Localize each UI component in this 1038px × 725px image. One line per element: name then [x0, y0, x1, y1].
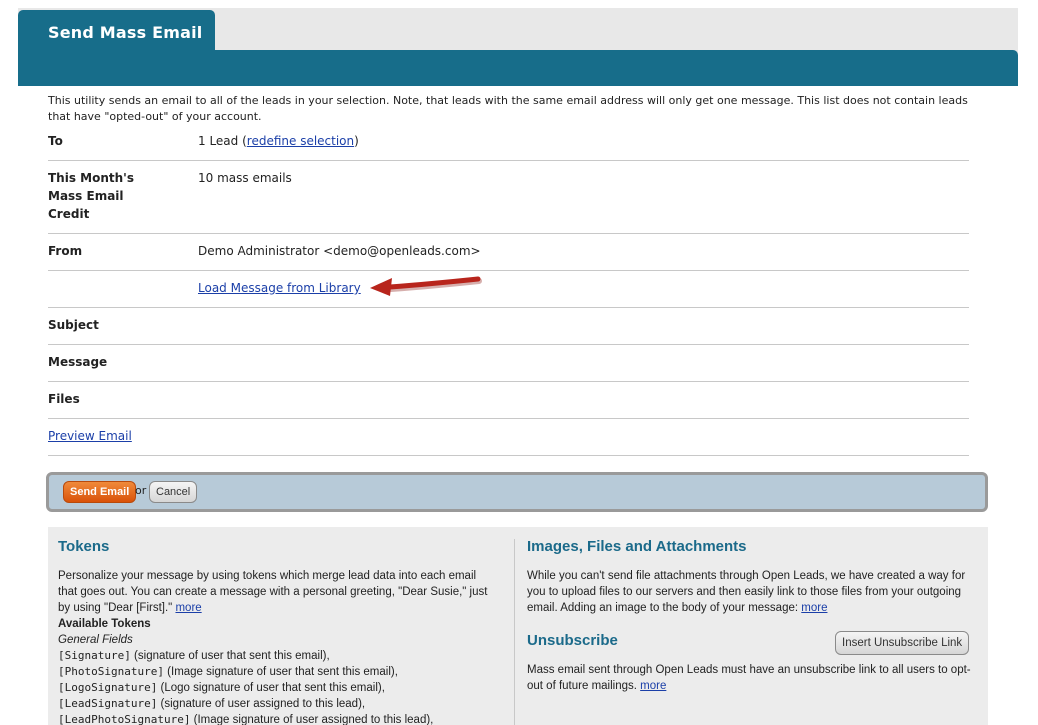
row-library: Load Message from Library [48, 271, 969, 308]
images-heading: Images, Files and Attachments [527, 538, 747, 555]
images-description: While you can't send file attachments th… [527, 570, 966, 614]
token-desc: (Image signature of user assigned to thi… [190, 714, 434, 725]
available-tokens-heading: Available Tokens [58, 618, 151, 630]
send-email-button[interactable]: Send Email [63, 481, 137, 503]
token-desc: (Logo signature of user that sent this e… [157, 682, 385, 694]
images-section: While you can't send file attachments th… [527, 568, 977, 616]
credit-value: 10 mass emails [198, 171, 292, 185]
to-label: To [48, 134, 63, 148]
from-value: Demo Administrator <demo@openleads.com> [198, 244, 481, 258]
token-desc: (signature of user assigned to this lead… [157, 698, 366, 710]
row-credit: This Month's Mass Email Credit 10 mass e… [48, 161, 969, 234]
token-code: [LeadPhotoSignature] [58, 713, 191, 725]
app-window: Send Mass Email This utility sends an em… [0, 0, 1038, 725]
main-content: This utility sends an email to all of th… [18, 86, 1018, 725]
unsubscribe-section: Mass email sent through Open Leads must … [527, 662, 977, 694]
to-count: 1 Lead ( [198, 134, 247, 148]
subject-label: Subject [48, 318, 99, 332]
row-subject: Subject [48, 308, 969, 345]
images-more-link[interactable]: more [801, 602, 827, 614]
token-code: [Signature] [58, 649, 131, 662]
row-files: Files [48, 382, 969, 419]
unsubscribe-heading: Unsubscribe [527, 632, 618, 649]
token-code: [LogoSignature] [58, 681, 158, 694]
tokens-section: Personalize your message by using tokens… [58, 568, 498, 725]
row-to: To 1 Lead (redefine selection) [48, 130, 969, 161]
unsubscribe-more-link[interactable]: more [640, 680, 666, 692]
or-text: or [135, 484, 147, 497]
token-code: [LeadSignature] [58, 697, 158, 710]
token-code: [PhotoSignature] [58, 665, 164, 678]
header-bar [18, 50, 1018, 86]
token-item: [LeadPhotoSignature] (Image signature of… [58, 712, 498, 725]
to-close: ) [354, 134, 359, 148]
load-message-library-link[interactable]: Load Message from Library [198, 279, 361, 297]
credit-label: This Month's Mass Email Credit [48, 171, 134, 221]
redefine-selection-link[interactable]: redefine selection [247, 134, 354, 148]
insert-unsubscribe-link-button[interactable]: Insert Unsubscribe Link [835, 631, 970, 655]
token-desc: (Image signature of user that sent this … [163, 666, 398, 678]
token-item: [LeadSignature] (signature of user assig… [58, 696, 498, 712]
action-bar: Send Email or Cancel [46, 472, 988, 512]
message-label: Message [48, 355, 108, 369]
preview-email-link[interactable]: Preview Email [48, 427, 132, 445]
tokens-description: Personalize your message by using tokens… [58, 570, 488, 614]
intro-text: This utility sends an email to all of th… [48, 94, 968, 123]
token-item: [Signature] (signature of user that sent… [58, 648, 498, 664]
cancel-button[interactable]: Cancel [149, 481, 198, 503]
files-label: Files [48, 392, 80, 406]
tokens-heading: Tokens [58, 538, 110, 555]
token-desc: (signature of user that sent this email)… [130, 650, 330, 662]
general-fields-heading: General Fields [58, 634, 133, 646]
tokens-more-link[interactable]: more [175, 602, 201, 614]
unsubscribe-description: Mass email sent through Open Leads must … [527, 664, 971, 692]
row-message: Message [48, 345, 969, 382]
row-from: From Demo Administrator <demo@openleads.… [48, 234, 969, 271]
row-preview: Preview Email [48, 419, 969, 456]
token-item: [LogoSignature] (Logo signature of user … [58, 680, 498, 696]
tab-label: Send Mass Email [48, 23, 203, 42]
column-divider [514, 539, 515, 725]
help-panel: Tokens Personalize your message by using… [48, 527, 988, 725]
from-label: From [48, 244, 83, 258]
to-value: 1 Lead (redefine selection) [198, 132, 359, 150]
token-item: [PhotoSignature] (Image signature of use… [58, 664, 498, 680]
